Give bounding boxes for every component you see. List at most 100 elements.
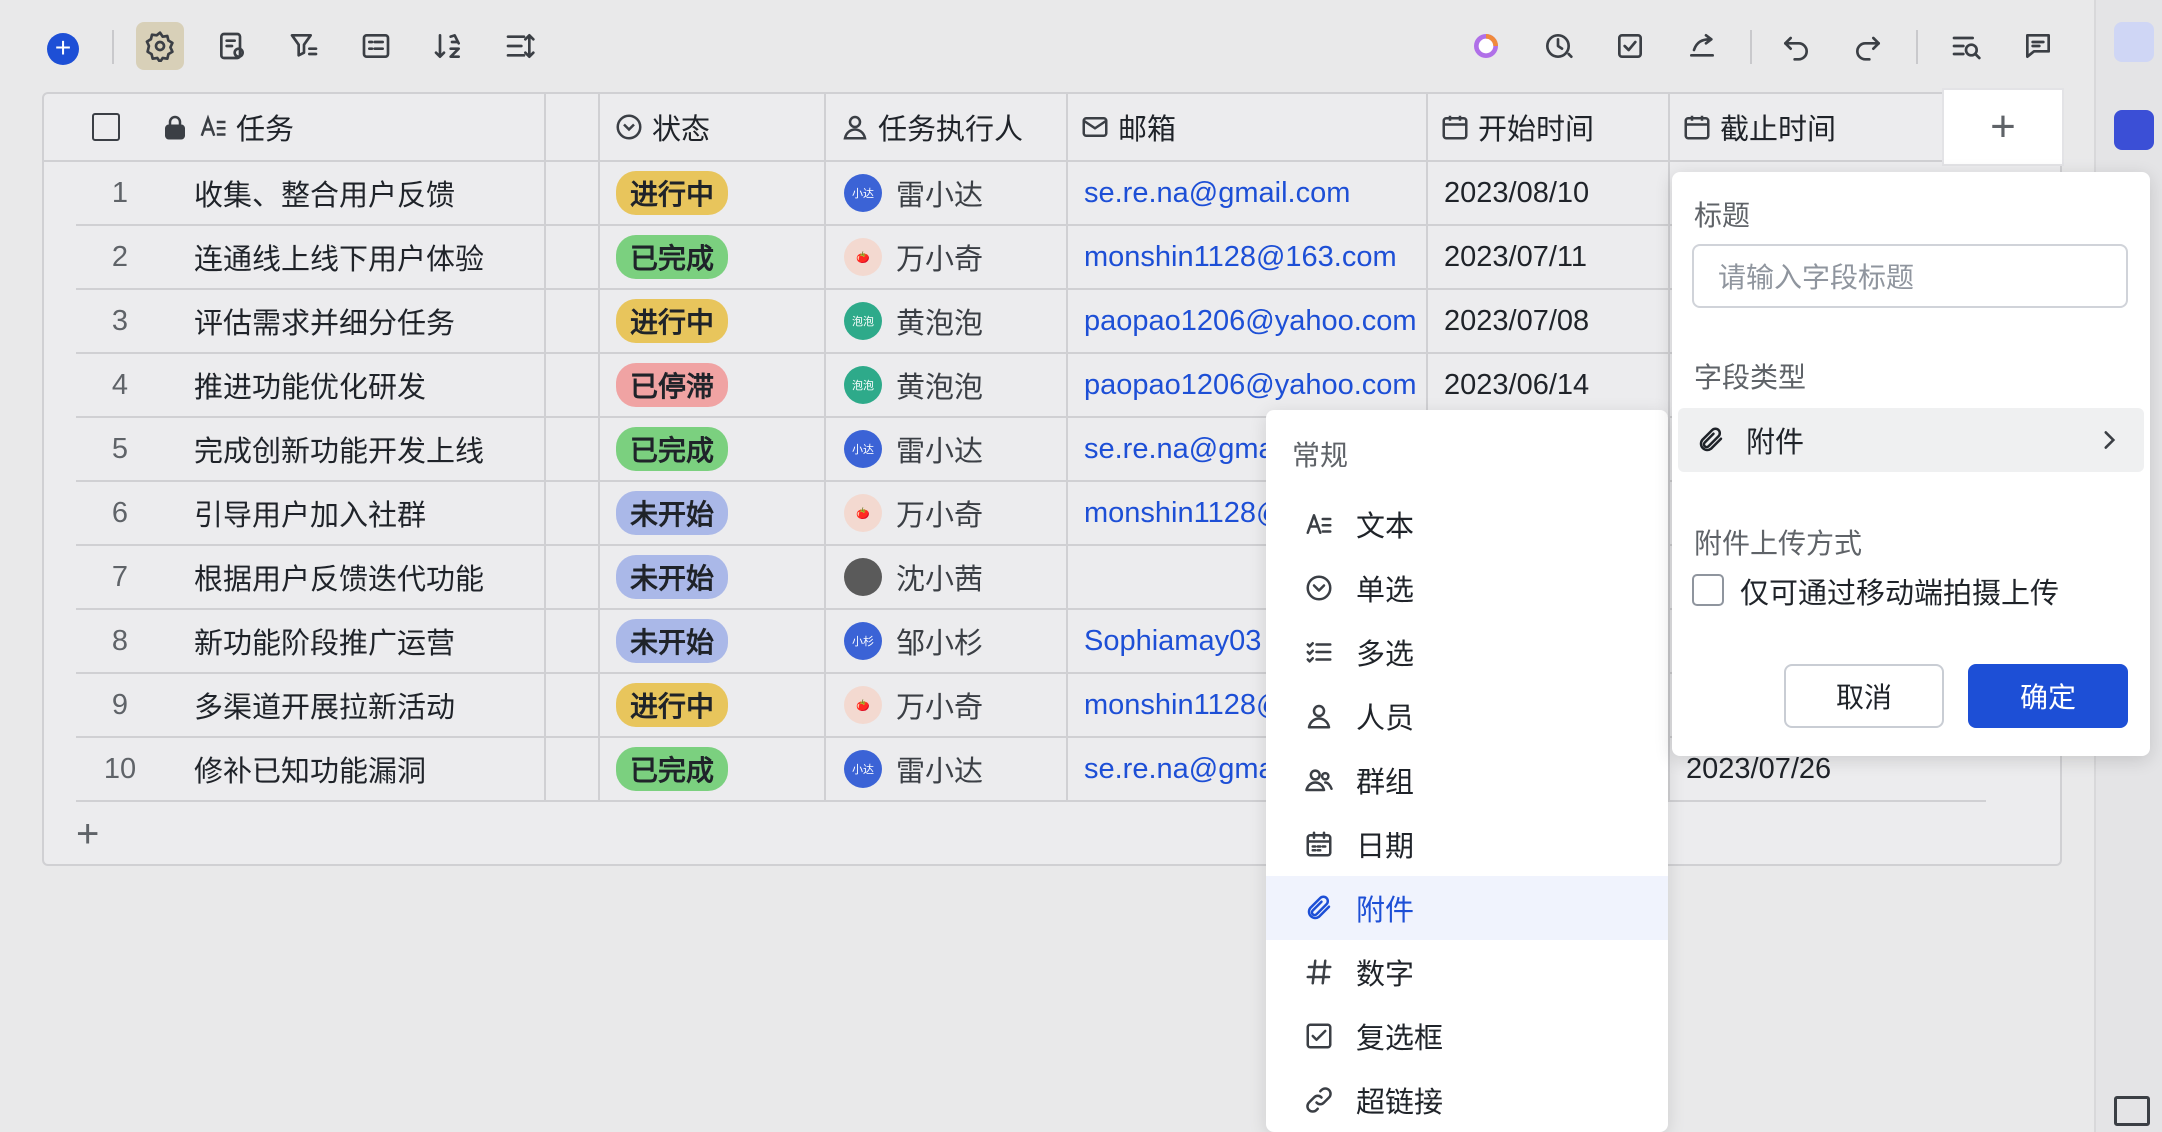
- status-cell[interactable]: 进行中: [600, 290, 826, 352]
- field-settings-icon[interactable]: [208, 22, 256, 70]
- frozen-divider: [546, 290, 600, 352]
- mobile-only-checkbox[interactable]: [1692, 574, 1724, 606]
- group-icon[interactable]: [352, 22, 400, 70]
- settings-icon[interactable]: [136, 22, 184, 70]
- assignee-cell[interactable]: 沈小茜: [826, 546, 1068, 608]
- task-cell[interactable]: 引导用户加入社群: [164, 482, 546, 544]
- assignee-cell[interactable]: 小达 雷小达: [826, 162, 1068, 224]
- avatar: 泡泡: [844, 366, 882, 404]
- upload-method-label: 附件上传方式: [1694, 528, 1863, 559]
- add-column-button[interactable]: +: [1942, 88, 2064, 166]
- toolbar-divider: [1750, 30, 1752, 64]
- task-cell[interactable]: 推进功能优化研发: [164, 354, 546, 416]
- field-type-option[interactable]: 复选框: [1266, 1004, 1668, 1068]
- header-task[interactable]: 任务: [44, 94, 546, 162]
- toolbar: +: [0, 0, 2094, 88]
- assignee-cell[interactable]: 🍅 万小奇: [826, 482, 1068, 544]
- header-email[interactable]: 邮箱: [1068, 94, 1428, 162]
- app-calendar-icon[interactable]: [2114, 110, 2154, 150]
- field-type-option[interactable]: 人员: [1266, 684, 1668, 748]
- status-cell[interactable]: 已停滞: [600, 354, 826, 416]
- task-cell[interactable]: 连通线上线下用户体验: [164, 226, 546, 288]
- task-cell[interactable]: 多渠道开展拉新活动: [164, 674, 546, 736]
- sort-icon[interactable]: [424, 22, 472, 70]
- field-title-input[interactable]: 请输入字段标题: [1692, 244, 2128, 308]
- redo-icon[interactable]: [1844, 22, 1892, 70]
- field-type-option[interactable]: 日期: [1266, 812, 1668, 876]
- history-icon[interactable]: [1534, 22, 1582, 70]
- status-cell[interactable]: 未开始: [600, 546, 826, 608]
- start-date-cell[interactable]: 2023/06/14: [1428, 354, 1670, 416]
- calendar-icon: [1684, 115, 1710, 140]
- assignee-cell[interactable]: 小杉 邹小杉: [826, 610, 1068, 672]
- task-cell[interactable]: 收集、整合用户反馈: [164, 162, 546, 224]
- status-cell[interactable]: 未开始: [600, 482, 826, 544]
- field-type-option[interactable]: 数字: [1266, 940, 1668, 1004]
- header-assignee[interactable]: 任务执行人: [826, 94, 1068, 162]
- lock-icon: [165, 115, 185, 140]
- header-status-label: 状态: [652, 114, 711, 146]
- select-all-checkbox[interactable]: [92, 113, 120, 141]
- assignee-cell[interactable]: 小达 雷小达: [826, 738, 1068, 800]
- assignee-cell[interactable]: 泡泡 黄泡泡: [826, 354, 1068, 416]
- field-type-option[interactable]: 单选: [1266, 556, 1668, 620]
- assistant-bot-icon[interactable]: [2114, 22, 2154, 62]
- header-due[interactable]: 截止时间: [1670, 94, 1986, 162]
- task-cell[interactable]: 完成创新功能开发上线: [164, 418, 546, 480]
- field-type-option[interactable]: 超链接: [1266, 1068, 1668, 1132]
- cancel-button[interactable]: 取消: [1784, 664, 1944, 728]
- frozen-divider: [546, 674, 600, 736]
- avatar: 🍅: [844, 686, 882, 724]
- row-number: 6: [111, 496, 129, 529]
- book-icon[interactable]: [2114, 1096, 2150, 1126]
- field-type-select[interactable]: 附件: [1678, 408, 2144, 472]
- task-cell[interactable]: 新功能阶段推广运营: [164, 610, 546, 672]
- field-type-option[interactable]: 文本: [1266, 492, 1668, 556]
- filter-icon[interactable]: [280, 22, 328, 70]
- status-cell[interactable]: 已完成: [600, 738, 826, 800]
- add-row-button[interactable]: +: [76, 814, 99, 854]
- start-date-cell[interactable]: 2023/07/11: [1428, 226, 1670, 288]
- task-cell[interactable]: 修补已知功能漏洞: [164, 738, 546, 800]
- avatar: 泡泡: [844, 302, 882, 340]
- assignee-cell[interactable]: 泡泡 黄泡泡: [826, 290, 1068, 352]
- task-cell[interactable]: 根据用户反馈迭代功能: [164, 546, 546, 608]
- comments-icon[interactable]: [2014, 22, 2062, 70]
- field-type-option[interactable]: 附件: [1266, 876, 1668, 940]
- assignee-cell[interactable]: 小达 雷小达: [826, 418, 1068, 480]
- status-cell[interactable]: 进行中: [600, 674, 826, 736]
- email-cell[interactable]: se.re.na@gmail.com: [1068, 162, 1428, 224]
- status-cell[interactable]: 进行中: [600, 162, 826, 224]
- avatar: 小达: [844, 750, 882, 788]
- task-cell[interactable]: 评估需求并细分任务: [164, 290, 546, 352]
- field-config-panel: 标题 请输入字段标题 字段类型 附件 附件上传方式 仅可通过移动端拍摄上传 取消…: [1672, 172, 2150, 756]
- start-date-cell[interactable]: 2023/07/08: [1428, 290, 1670, 352]
- field-type-option[interactable]: 群组: [1266, 748, 1668, 812]
- header-start[interactable]: 开始时间: [1428, 94, 1670, 162]
- toolbar-divider: [112, 30, 114, 64]
- undo-icon[interactable]: [1772, 22, 1820, 70]
- assignee-cell[interactable]: 🍅 万小奇: [826, 674, 1068, 736]
- status-cell[interactable]: 已完成: [600, 226, 826, 288]
- status-cell[interactable]: 已完成: [600, 418, 826, 480]
- email-cell[interactable]: paopao1206@yahoo.com: [1068, 290, 1428, 352]
- row-number: 5: [111, 432, 129, 465]
- assignee-cell[interactable]: 🍅 万小奇: [826, 226, 1068, 288]
- row-height-icon[interactable]: [496, 22, 544, 70]
- field-type-option[interactable]: 多选: [1266, 620, 1668, 684]
- status-cell[interactable]: 未开始: [600, 610, 826, 672]
- email-cell[interactable]: paopao1206@yahoo.com: [1068, 354, 1428, 416]
- start-date-cell[interactable]: 2023/08/10: [1428, 162, 1670, 224]
- confirm-button[interactable]: 确定: [1968, 664, 2128, 728]
- header-status[interactable]: 状态: [600, 94, 826, 162]
- field-type-value: 附件: [1746, 427, 1805, 459]
- ai-assistant-icon[interactable]: [1462, 22, 1510, 70]
- share-icon[interactable]: [1678, 22, 1726, 70]
- assignee-name: 万小奇: [896, 500, 984, 532]
- add-icon[interactable]: +: [47, 33, 79, 65]
- task-icon[interactable]: [1606, 22, 1654, 70]
- search-icon[interactable]: [1942, 22, 1990, 70]
- text-icon: [200, 114, 226, 137]
- email-cell[interactable]: monshin1128@163.com: [1068, 226, 1428, 288]
- single-select-icon: [616, 114, 642, 140]
